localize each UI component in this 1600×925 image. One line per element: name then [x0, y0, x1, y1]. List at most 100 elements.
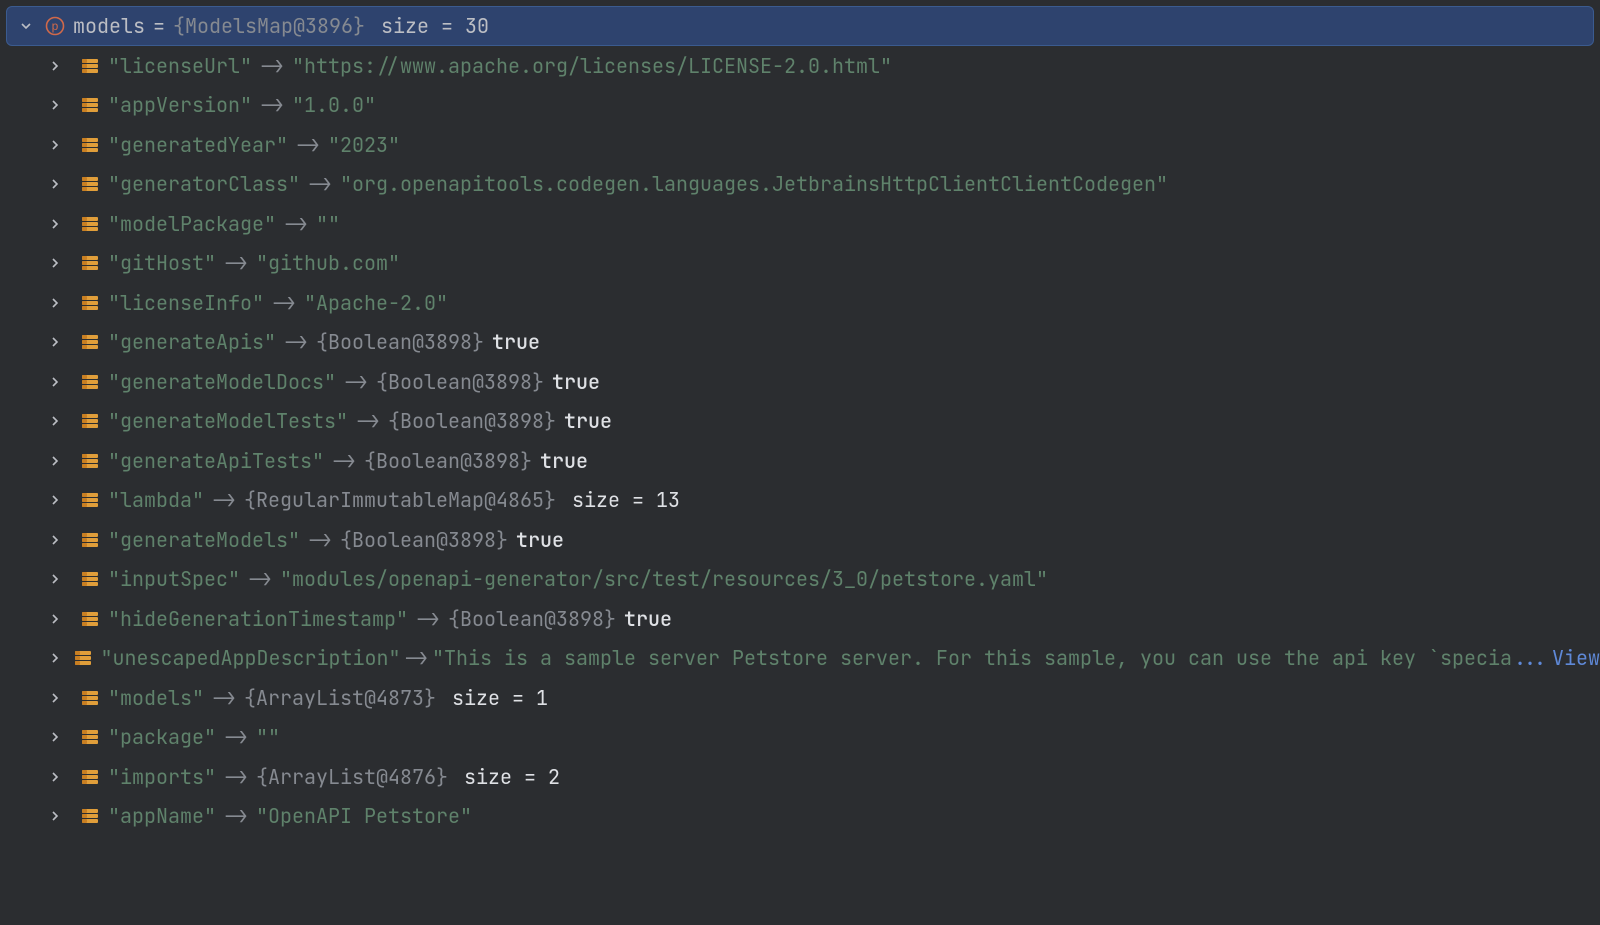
map-entry-row[interactable]: "imports"->{ArrayList@4876}size = 2 [0, 757, 1600, 797]
arrow-glyph: -> [284, 211, 308, 237]
arrow-glyph: -> [260, 53, 284, 79]
ellipsis-icon: ... [1512, 645, 1548, 671]
chevron-down-icon[interactable] [15, 20, 37, 32]
chevron-right-icon[interactable] [44, 99, 66, 111]
map-entry-icon [80, 293, 100, 313]
chevron-right-icon[interactable] [44, 455, 66, 467]
map-entry-row[interactable]: "modelPackage"->"" [0, 204, 1600, 244]
arrow-glyph: -> [416, 606, 440, 632]
entry-key: "lambda" [108, 487, 204, 513]
map-entry-icon [80, 688, 100, 708]
arrow-glyph: -> [404, 645, 428, 671]
entry-boolean: true [552, 369, 600, 395]
map-entry-row[interactable]: "package"->"" [0, 718, 1600, 758]
map-entry-row[interactable]: "generateModelTests"->{Boolean@3898}true [0, 402, 1600, 442]
chevron-right-icon[interactable] [44, 810, 66, 822]
chevron-right-icon[interactable] [44, 573, 66, 585]
map-entry-icon [80, 372, 100, 392]
entry-object-type: {Boolean@3898} [316, 329, 484, 355]
arrow-glyph: -> [332, 448, 356, 474]
map-entry-row[interactable]: "generateModelDocs"->{Boolean@3898}true [0, 362, 1600, 402]
chevron-right-icon[interactable] [44, 297, 66, 309]
arrow-glyph: -> [224, 764, 248, 790]
arrow-glyph: -> [224, 724, 248, 750]
chevron-right-icon[interactable] [44, 613, 66, 625]
variable-type: {ModelsMap@3896} [173, 13, 365, 39]
variable-children: "licenseUrl" -> "https://www.apache.org/li… [0, 46, 1600, 836]
view-link[interactable]: View [1552, 645, 1600, 671]
chevron-right-icon[interactable] [44, 494, 66, 506]
entry-key: "generatedYear" [108, 132, 288, 158]
entry-key: "inputSpec" [108, 566, 240, 592]
entry-object-type: {Boolean@3898} [448, 606, 616, 632]
variable-size: size = 30 [381, 13, 489, 39]
chevron-right-icon[interactable] [44, 692, 66, 704]
arrow-glyph: -> [308, 527, 332, 553]
map-entry-icon [80, 530, 100, 550]
map-entry-row[interactable]: "inputSpec" -> "modules/openapi-generator/… [0, 560, 1600, 600]
map-entry-icon [80, 806, 100, 826]
map-entry-icon [80, 490, 100, 510]
chevron-right-icon[interactable] [44, 376, 66, 388]
chevron-right-icon[interactable] [44, 652, 66, 664]
map-entry-icon [80, 253, 100, 273]
chevron-right-icon[interactable] [44, 139, 66, 151]
map-entry-icon [80, 767, 100, 787]
entry-key: "package" [108, 724, 216, 750]
arrow-glyph: -> [224, 250, 248, 276]
map-entry-row[interactable]: "generatedYear"->"2023" [0, 125, 1600, 165]
map-entry-row[interactable]: "generateModels"->{Boolean@3898}true [0, 520, 1600, 560]
chevron-right-icon[interactable] [44, 731, 66, 743]
map-entry-row[interactable]: "unescapedAppDescription"->"This is a sa… [0, 639, 1600, 679]
map-entry-row[interactable]: "appVersion"->"1.0.0" [0, 86, 1600, 126]
entry-key: "generatorClass" [108, 171, 300, 197]
entry-key: "licenseUrl" [108, 53, 252, 79]
entry-value: "" [316, 211, 340, 237]
chevron-right-icon[interactable] [44, 178, 66, 190]
map-entry-icon [73, 648, 93, 668]
entry-key: "generateApis" [108, 329, 276, 355]
entry-value: "org.openapitools.codegen.languages.Jetb… [340, 171, 1168, 197]
chevron-right-icon[interactable] [44, 257, 66, 269]
entry-key: "generateModels" [108, 527, 300, 553]
entry-object-type: {RegularImmutableMap@4865} [244, 487, 556, 513]
chevron-right-icon[interactable] [44, 415, 66, 427]
variable-root-row[interactable]: p models = {ModelsMap@3896} size = 30 [6, 6, 1594, 46]
entry-object-type: {Boolean@3898} [388, 408, 556, 434]
entry-object-type: {ArrayList@4873} [244, 685, 436, 711]
entry-key: "imports" [108, 764, 216, 790]
entry-key: "appVersion" [108, 92, 252, 118]
chevron-right-icon[interactable] [44, 534, 66, 546]
map-entry-row[interactable]: "appName"->"OpenAPI Petstore" [0, 797, 1600, 837]
map-entry-row[interactable]: "licenseInfo"->"Apache-2.0" [0, 283, 1600, 323]
map-entry-icon [80, 135, 100, 155]
entry-value: "https://www.apache.org/licenses/LICENSE… [292, 53, 892, 79]
chevron-right-icon[interactable] [44, 218, 66, 230]
map-entry-icon [80, 727, 100, 747]
map-entry-icon [80, 451, 100, 471]
entry-key: "licenseInfo" [108, 290, 264, 316]
arrow-glyph: -> [296, 132, 320, 158]
entry-value: "modules/openapi-generator/src/test/reso… [280, 566, 1048, 592]
map-entry-row[interactable]: "lambda"->{RegularImmutableMap@4865}size… [0, 481, 1600, 521]
map-entry-row[interactable]: "generatorClass"->"org.openapitools.code… [0, 165, 1600, 205]
map-entry-row[interactable]: "models"->{ArrayList@4873}size = 1 [0, 678, 1600, 718]
entry-size: size = 13 [572, 487, 680, 513]
map-entry-icon [80, 56, 100, 76]
map-entry-row[interactable]: "gitHost"->"github.com" [0, 244, 1600, 284]
map-entry-row[interactable]: "licenseUrl" -> "https://www.apache.org/li… [0, 46, 1600, 86]
map-entry-row[interactable]: "generateApiTests"->{Boolean@3898}true [0, 441, 1600, 481]
arrow-glyph: -> [248, 566, 272, 592]
chevron-right-icon[interactable] [44, 336, 66, 348]
entry-key: "generateModelTests" [108, 408, 348, 434]
entry-key: "generateApiTests" [108, 448, 324, 474]
map-entry-row[interactable]: "hideGenerationTimestamp"->{Boolean@3898… [0, 599, 1600, 639]
chevron-right-icon[interactable] [44, 771, 66, 783]
map-entry-row[interactable]: "generateApis"->{Boolean@3898}true [0, 323, 1600, 363]
entry-value: "1.0.0" [292, 92, 376, 118]
map-entry-icon [80, 609, 100, 629]
variable-name: models [73, 13, 145, 39]
chevron-right-icon[interactable] [44, 60, 66, 72]
entry-boolean: true [624, 606, 672, 632]
map-entry-icon [80, 174, 100, 194]
